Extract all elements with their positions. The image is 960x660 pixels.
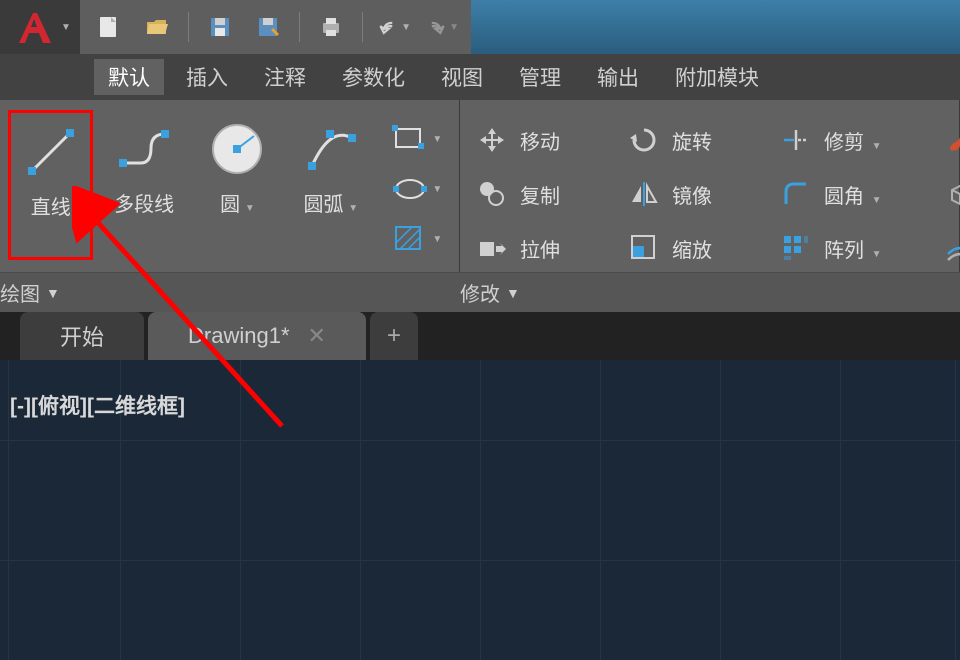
tool-rotate[interactable]: 旋转 (626, 116, 768, 164)
tab-manage[interactable]: 管理 (505, 59, 575, 95)
move-icon (474, 122, 510, 158)
ribbon: 直线 多段线 圆 ▼ (0, 100, 960, 312)
tool-circle[interactable]: 圆 ▼ (195, 110, 280, 260)
tab-start[interactable]: 开始 (20, 312, 144, 360)
tool-brush[interactable] (930, 116, 960, 164)
dropdown-icon: ▼ (242, 203, 255, 214)
dropdown-icon: ▼ (401, 22, 411, 33)
mirror-icon (626, 176, 662, 212)
tab-output[interactable]: 输出 (583, 59, 653, 95)
tool-box3d[interactable] (930, 170, 960, 218)
tab-default[interactable]: 默认 (94, 59, 164, 95)
tool-ellipse[interactable]: ▼ (387, 168, 445, 210)
qat-save-icon[interactable] (203, 10, 237, 44)
tab-drawing1[interactable]: Drawing1* ✕ (148, 312, 366, 360)
tab-add-button[interactable]: + (370, 312, 418, 360)
copy-icon (474, 176, 510, 212)
tool-copy[interactable]: 复制 (474, 170, 616, 218)
array-icon (778, 230, 814, 266)
tool-hatch[interactable]: ▼ (387, 218, 445, 260)
qat-redo-icon[interactable]: ▼ (425, 10, 459, 44)
qat-separator (362, 12, 363, 42)
brush-icon (942, 122, 960, 158)
qat-undo-icon[interactable]: ▼ (377, 10, 411, 44)
stretch-icon (474, 230, 510, 266)
tool-polyline-label: 多段线 (114, 188, 174, 217)
dropdown-icon: ▼ (432, 134, 442, 145)
panel-draw-title[interactable]: 绘图▼ (0, 278, 60, 307)
fillet-icon (778, 176, 814, 212)
document-tabs: 开始 Drawing1* ✕ + (0, 312, 960, 360)
tool-trim[interactable]: 修剪 ▼ (778, 116, 920, 164)
qat-separator (188, 12, 189, 42)
panel-modify-title[interactable]: 修改▼ (460, 278, 520, 307)
close-icon[interactable]: ✕ (308, 323, 326, 349)
dropdown-icon: ▼ (432, 184, 442, 195)
tool-stretch[interactable]: 拉伸 (474, 224, 616, 272)
tab-parametric[interactable]: 参数化 (328, 59, 419, 95)
tab-annotate[interactable]: 注释 (250, 59, 320, 95)
tool-scale[interactable]: 缩放 (626, 224, 768, 272)
tab-drawing1-label: Drawing1* (188, 323, 290, 349)
qat-new-icon[interactable] (92, 10, 126, 44)
tool-arc[interactable]: 圆弧 ▼ (288, 110, 373, 260)
trim-icon (778, 122, 814, 158)
line-icon (20, 121, 82, 183)
arc-icon (300, 118, 362, 180)
tab-insert[interactable]: 插入 (172, 59, 242, 95)
scale-icon (626, 230, 662, 266)
tool-polyline[interactable]: 多段线 (101, 110, 186, 260)
dropdown-icon: ▼ (432, 234, 442, 245)
tool-offset[interactable] (930, 224, 960, 272)
app-logo[interactable]: ▼ (0, 0, 80, 54)
circle-icon (206, 118, 268, 180)
qat-print-icon[interactable] (314, 10, 348, 44)
dropdown-icon: ▼ (346, 203, 359, 214)
tool-arc-label: 圆弧 ▼ (304, 188, 359, 217)
quick-access-toolbar: ▼ ▼ (80, 0, 471, 54)
tool-mirror[interactable]: 镜像 (626, 170, 768, 218)
rotate-icon (626, 122, 662, 158)
drawing-canvas[interactable]: [-][俯视][二维线框] (0, 360, 960, 660)
qat-saveas-icon[interactable] (251, 10, 285, 44)
tab-addins[interactable]: 附加模块 (661, 59, 773, 95)
qat-open-icon[interactable] (140, 10, 174, 44)
viewport-label[interactable]: [-][俯视][二维线框] (10, 390, 185, 420)
box3d-icon (942, 176, 960, 212)
tool-rectangle[interactable]: ▼ (387, 118, 445, 160)
tool-line-label: 直线 (31, 191, 71, 220)
tool-array[interactable]: 阵列 ▼ (778, 224, 920, 272)
app-menu-dropdown-icon: ▼ (61, 22, 71, 33)
titlebar-spacer (471, 0, 960, 54)
tool-line[interactable]: 直线 (8, 110, 93, 260)
chevron-down-icon: ▼ (46, 285, 60, 301)
offset-icon (942, 230, 960, 266)
qat-separator (299, 12, 300, 42)
panel-modify: 移动 旋转 修剪 ▼ 复制 镜像 圆角 ▼ 拉伸 缩放 阵列 ▼ (460, 100, 960, 272)
tool-circle-label: 圆 ▼ (220, 188, 255, 217)
polyline-icon (113, 118, 175, 180)
tool-move[interactable]: 移动 (474, 116, 616, 164)
dropdown-icon: ▼ (449, 22, 459, 33)
tab-view[interactable]: 视图 (427, 59, 497, 95)
titlebar: ▼ ▼ ▼ (0, 0, 960, 54)
panel-draw: 直线 多段线 圆 ▼ (0, 100, 460, 272)
tool-fillet[interactable]: 圆角 ▼ (778, 170, 920, 218)
chevron-down-icon: ▼ (506, 285, 520, 301)
ribbon-tabs: 默认 插入 注释 参数化 视图 管理 输出 附加模块 (0, 54, 960, 100)
